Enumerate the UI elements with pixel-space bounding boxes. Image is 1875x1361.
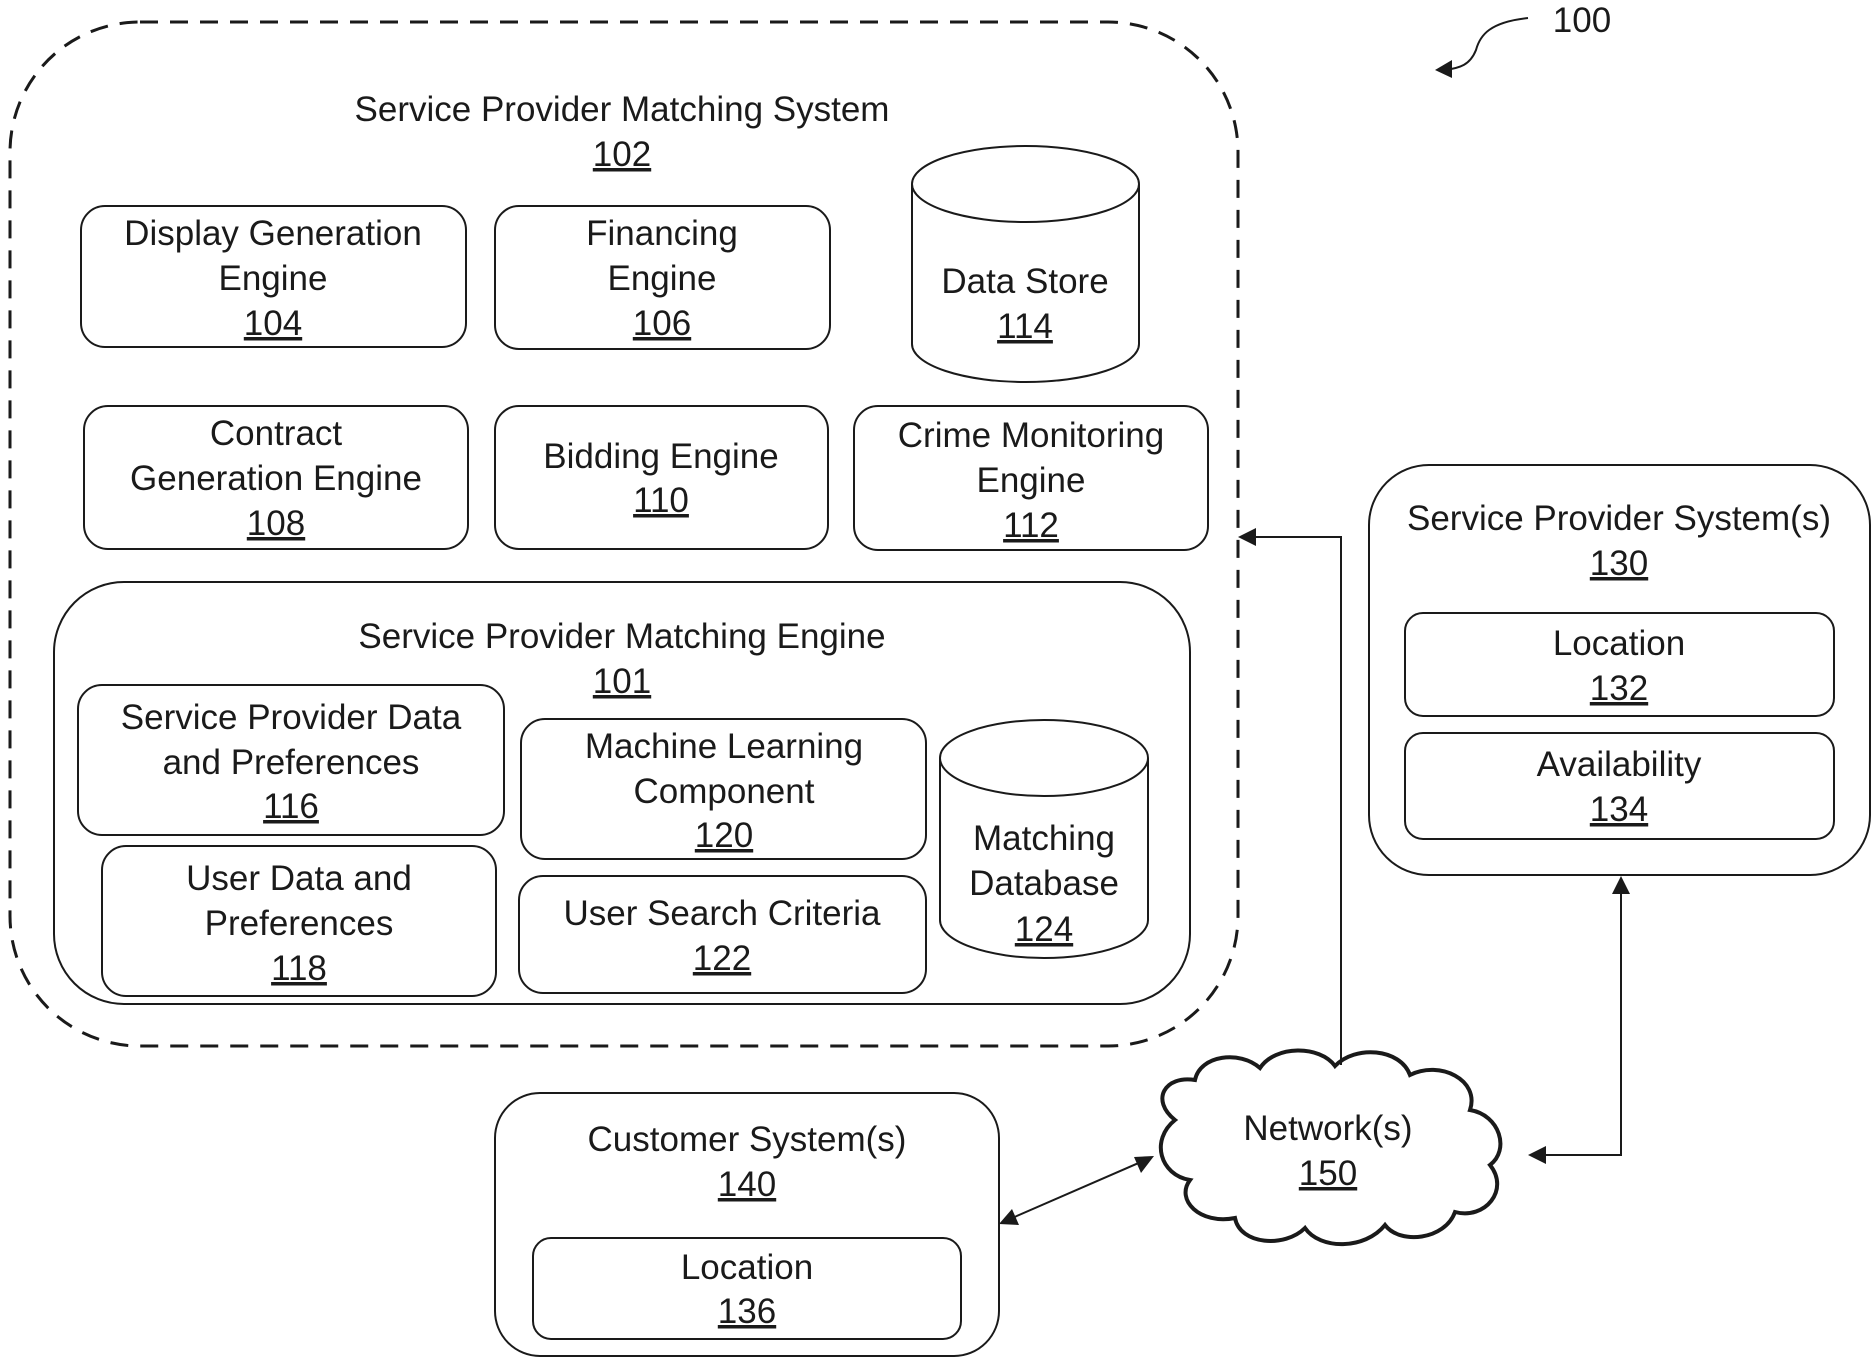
matching-system-ref: 102: [593, 135, 651, 174]
sp-location[interactable]: Location 132: [1404, 612, 1835, 717]
service-provider-data-label-2: and Preferences: [163, 743, 420, 782]
customer-network-connector: [1002, 1157, 1151, 1223]
contract-generation-engine[interactable]: Contract Generation Engine 108: [83, 405, 469, 550]
crime-monitoring-engine-label-1: Crime Monitoring: [898, 416, 1164, 455]
user-data-label-1: User Data and: [186, 859, 412, 898]
network-title: Network(s): [1243, 1109, 1412, 1148]
figure-ref-arrowhead: [1435, 60, 1452, 78]
customer-systems[interactable]: Customer System(s) 140 Location 136: [494, 1092, 1000, 1357]
user-search-criteria[interactable]: User Search Criteria 122: [518, 875, 927, 994]
contract-generation-engine-label-2: Generation Engine: [130, 459, 422, 498]
machine-learning-component-label-2: Component: [634, 772, 815, 811]
crime-monitoring-engine-label-2: Engine: [977, 461, 1086, 500]
data-store-top: [911, 145, 1140, 223]
user-search-criteria-label: User Search Criteria: [563, 894, 881, 933]
sp-location-label: Location: [1553, 624, 1685, 663]
figure-ref-leader: [1444, 17, 1529, 71]
crime-monitoring-engine-ref: 112: [1003, 506, 1059, 545]
matching-engine-ref: 101: [593, 662, 651, 701]
user-data-label-2: Preferences: [205, 904, 394, 943]
machine-learning-component-label-1: Machine Learning: [585, 727, 863, 766]
service-provider-data[interactable]: Service Provider Data and Preferences 11…: [77, 684, 505, 836]
customer-location-label: Location: [681, 1248, 813, 1287]
service-provider-systems[interactable]: Service Provider System(s) 130 Location …: [1368, 464, 1871, 876]
financing-engine-label-1: Financing: [586, 214, 738, 253]
machine-learning-component-ref: 120: [695, 816, 753, 855]
matching-system-title: Service Provider Matching System: [355, 90, 890, 129]
customer-location-ref: 136: [718, 1292, 776, 1331]
crime-monitoring-engine[interactable]: Crime Monitoring Engine 112: [853, 405, 1209, 551]
network-to-system-connector: [1245, 536, 1342, 1065]
sp-availability[interactable]: Availability 134: [1404, 732, 1835, 840]
machine-learning-component[interactable]: Machine Learning Component 120: [520, 718, 927, 860]
financing-engine-ref: 106: [633, 304, 691, 343]
customer-location[interactable]: Location 136: [532, 1237, 962, 1340]
user-search-criteria-ref: 122: [693, 939, 751, 978]
network-to-system-arrowhead: [1238, 528, 1256, 546]
data-store[interactable]: Data Store 114: [911, 145, 1140, 383]
matching-engine[interactable]: Service Provider Matching Engine 101 Ser…: [53, 581, 1191, 1005]
contract-generation-engine-ref: 108: [247, 504, 305, 543]
service-provider-data-label-1: Service Provider Data: [121, 698, 462, 737]
service-provider-data-ref: 116: [263, 787, 319, 826]
figure-ref-label: 100: [1553, 1, 1611, 40]
bidding-engine-ref: 110: [633, 481, 689, 520]
financing-engine-label-2: Engine: [608, 259, 717, 298]
financing-engine[interactable]: Financing Engine 106: [494, 205, 831, 350]
customer-systems-ref: 140: [718, 1165, 776, 1204]
network-ref: 150: [1299, 1154, 1357, 1193]
user-data-ref: 118: [271, 949, 327, 988]
display-generation-engine-ref: 104: [244, 304, 302, 343]
matching-database-ref: 124: [1015, 910, 1073, 949]
sp-availability-label: Availability: [1537, 745, 1702, 784]
customer-systems-title: Customer System(s): [588, 1120, 907, 1159]
matching-database-top: [939, 719, 1149, 797]
user-data[interactable]: User Data and Preferences 118: [101, 845, 497, 997]
contract-generation-engine-label-1: Contract: [210, 414, 343, 453]
matching-engine-title: Service Provider Matching Engine: [358, 617, 885, 656]
sp-availability-ref: 134: [1590, 790, 1648, 829]
display-generation-engine-label-1: Display Generation: [124, 214, 422, 253]
network-sp-arrowhead-left: [1528, 1146, 1546, 1164]
bidding-engine[interactable]: Bidding Engine 110: [494, 405, 829, 550]
network[interactable]: Network(s) 150: [1158, 1048, 1503, 1247]
service-provider-systems-title: Service Provider System(s): [1407, 499, 1831, 538]
matching-database[interactable]: Matching Database 124: [939, 719, 1149, 959]
data-store-ref: 114: [997, 307, 1053, 346]
network-sp-arrowhead-top: [1612, 876, 1630, 894]
service-provider-systems-ref: 130: [1590, 544, 1648, 583]
system-diagram: 100 Service Provider Matching System 102…: [8, 1, 1871, 1357]
data-store-label: Data Store: [941, 262, 1108, 301]
display-generation-engine-label-2: Engine: [219, 259, 328, 298]
display-generation-engine[interactable]: Display Generation Engine 104: [80, 205, 467, 348]
bidding-engine-box: [494, 405, 829, 550]
sp-location-ref: 132: [1590, 669, 1648, 708]
matching-database-label-2: Database: [969, 864, 1119, 903]
matching-database-label-1: Matching: [973, 819, 1115, 858]
bidding-engine-label: Bidding Engine: [543, 437, 778, 476]
network-sp-connector: [1531, 882, 1622, 1156]
